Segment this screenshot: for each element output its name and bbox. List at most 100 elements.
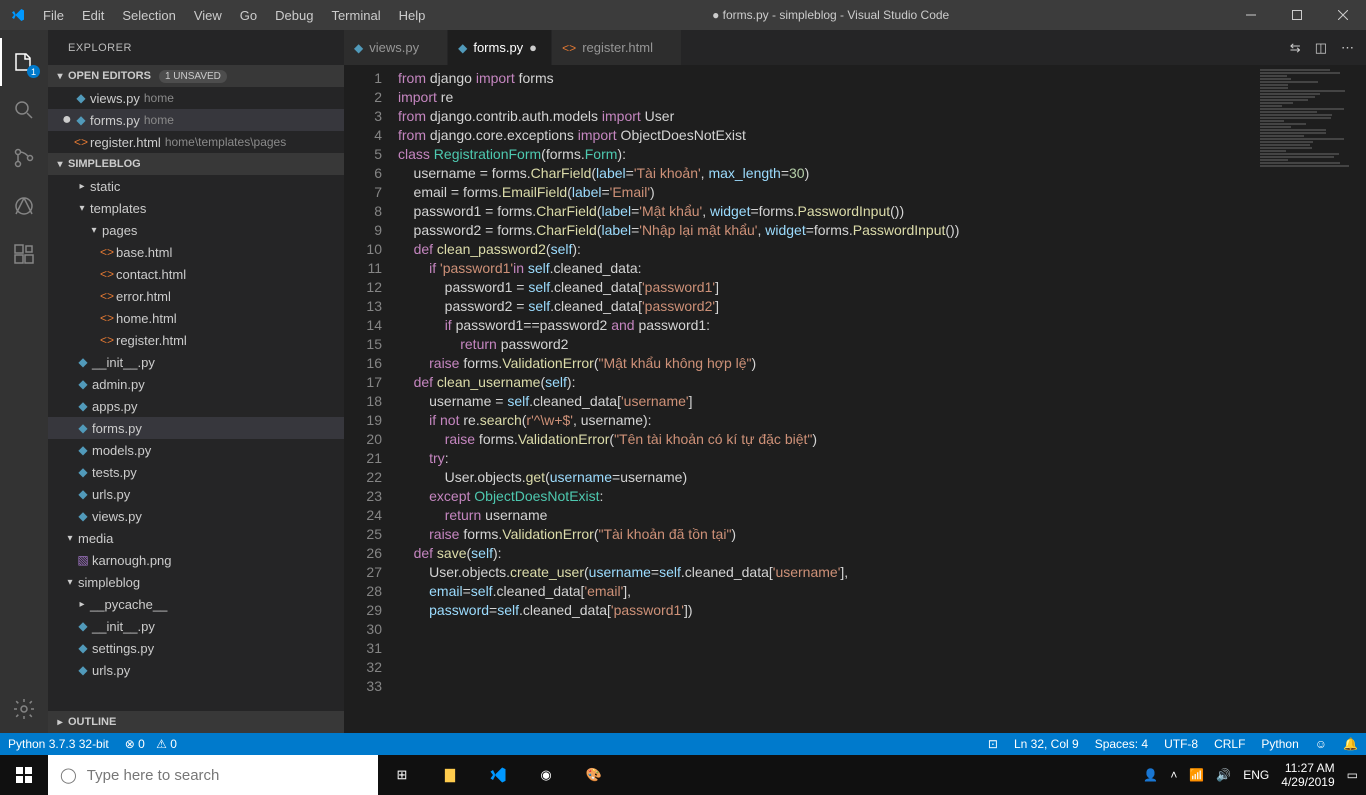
window-controls (1228, 0, 1366, 30)
folder-item[interactable]: ▾pages (48, 219, 344, 241)
tab-views-py[interactable]: ◆views.py (344, 30, 448, 65)
open-editor-item[interactable]: <>register.htmlhome\templates\pages (48, 131, 344, 153)
file-item[interactable]: ◆__init__.py (48, 351, 344, 373)
open-editors-header[interactable]: ▾ OPEN EDITORS 1 UNSAVED (48, 65, 344, 87)
wifi-icon[interactable]: 📶 (1189, 768, 1204, 782)
code-editor[interactable]: 1234567891011121314151617181920212223242… (344, 65, 1366, 733)
project-header[interactable]: ▾ SIMPLEBLOG (48, 153, 344, 175)
status-eol[interactable]: CRLF (1206, 733, 1253, 755)
menu-edit[interactable]: Edit (74, 4, 112, 27)
start-button[interactable] (0, 755, 48, 795)
notifications-icon[interactable]: ▭ (1347, 768, 1358, 782)
code-content[interactable]: from django import formsimport refrom dj… (398, 65, 1366, 733)
explorer-badge: 1 (27, 65, 40, 78)
vscode-app-icon[interactable] (474, 755, 522, 795)
more-icon[interactable]: ⋯ (1341, 40, 1354, 56)
file-item[interactable]: <>home.html (48, 307, 344, 329)
taskbar-search[interactable]: ◯ Type here to search (48, 755, 378, 795)
explorer-icon[interactable]: 1 (0, 38, 48, 86)
file-item[interactable]: ◆views.py (48, 505, 344, 527)
status-encoding[interactable]: UTF-8 (1156, 733, 1206, 755)
tab-register-html[interactable]: <>register.html (552, 30, 682, 65)
file-item[interactable]: ◆forms.py (48, 417, 344, 439)
file-item[interactable]: ▧karnough.png (48, 549, 344, 571)
folder-item[interactable]: ▸static (48, 175, 344, 197)
source-control-icon[interactable] (0, 134, 48, 182)
status-bell[interactable]: 🔔 (1335, 733, 1366, 755)
close-button[interactable] (1320, 0, 1366, 30)
status-language[interactable]: Python (1253, 733, 1306, 755)
file-explorer-app-icon[interactable]: ▇ (426, 755, 474, 795)
file-item[interactable]: <>register.html (48, 329, 344, 351)
folder-item[interactable]: ▾media (48, 527, 344, 549)
vscode-icon (0, 7, 35, 23)
folder-item[interactable]: ▸__pycache__ (48, 593, 344, 615)
menu-bar: FileEditSelectionViewGoDebugTerminalHelp (35, 4, 433, 27)
debug-icon[interactable] (0, 182, 48, 230)
line-gutter: 1234567891011121314151617181920212223242… (344, 65, 398, 733)
menu-view[interactable]: View (186, 4, 230, 27)
status-feedback[interactable]: ⊡ (980, 733, 1006, 755)
outline-header[interactable]: ▸ OUTLINE (48, 711, 344, 733)
file-item[interactable]: ◆models.py (48, 439, 344, 461)
minimap[interactable] (1256, 65, 1366, 245)
system-tray: 👤 ˄ 📶 🔊 ENG 11:27 AM4/29/2019 ▭ (1143, 761, 1366, 789)
explorer-sidebar: EXPLORER ▾ OPEN EDITORS 1 UNSAVED ◆views… (48, 30, 344, 733)
status-smiley[interactable]: ☺ (1307, 733, 1335, 755)
file-item[interactable]: ◆admin.py (48, 373, 344, 395)
extensions-icon[interactable] (0, 230, 48, 278)
file-item[interactable]: ◆__init__.py (48, 615, 344, 637)
editor-area: ◆views.py◆forms.py●<>register.html ⇆ ◫ ⋯… (344, 30, 1366, 733)
task-view-icon[interactable]: ⊞ (378, 755, 426, 795)
clock[interactable]: 11:27 AM4/29/2019 (1281, 761, 1334, 789)
people-icon[interactable]: 👤 (1143, 768, 1158, 782)
split-editor-icon[interactable]: ◫ (1315, 40, 1327, 56)
sidebar-title: EXPLORER (48, 30, 344, 65)
compare-icon[interactable]: ⇆ (1290, 40, 1301, 56)
file-item[interactable]: ◆settings.py (48, 637, 344, 659)
activity-bar: 1 (0, 30, 48, 733)
minimize-button[interactable] (1228, 0, 1274, 30)
menu-terminal[interactable]: Terminal (323, 4, 388, 27)
file-item[interactable]: ◆apps.py (48, 395, 344, 417)
file-item[interactable]: ◆urls.py (48, 659, 344, 681)
file-item[interactable]: ◆urls.py (48, 483, 344, 505)
status-spaces[interactable]: Spaces: 4 (1087, 733, 1156, 755)
search-icon[interactable] (0, 86, 48, 134)
menu-go[interactable]: Go (232, 4, 265, 27)
menu-debug[interactable]: Debug (267, 4, 321, 27)
menu-help[interactable]: Help (391, 4, 434, 27)
chevron-down-icon: ▾ (52, 159, 68, 170)
status-python[interactable]: Python 3.7.3 32-bit (0, 733, 117, 755)
chevron-right-icon: ▸ (52, 717, 68, 728)
status-bar: Python 3.7.3 32-bit ⊗ 0 ⚠ 0 ⊡ Ln 32, Col… (0, 733, 1366, 755)
file-item[interactable]: ◆tests.py (48, 461, 344, 483)
tray-chevron-icon[interactable]: ˄ (1170, 768, 1177, 782)
menu-selection[interactable]: Selection (114, 4, 183, 27)
file-tree: ▸static▾templates▾pages<>base.html<>cont… (48, 175, 344, 711)
open-editor-item[interactable]: ◆views.pyhome (48, 87, 344, 109)
windows-taskbar: ◯ Type here to search ⊞ ▇ ◉ 🎨 👤 ˄ 📶 🔊 EN… (0, 755, 1366, 795)
menu-file[interactable]: File (35, 4, 72, 27)
window-title: ● forms.py - simpleblog - Visual Studio … (433, 8, 1228, 22)
settings-icon[interactable] (0, 685, 48, 733)
volume-icon[interactable]: 🔊 (1216, 768, 1231, 782)
unsaved-badge: 1 UNSAVED (159, 70, 227, 83)
folder-item[interactable]: ▾simpleblog (48, 571, 344, 593)
status-cursor[interactable]: Ln 32, Col 9 (1006, 733, 1087, 755)
language-indicator[interactable]: ENG (1243, 768, 1269, 782)
file-item[interactable]: <>contact.html (48, 263, 344, 285)
folder-item[interactable]: ▾templates (48, 197, 344, 219)
paint-app-icon[interactable]: 🎨 (570, 755, 618, 795)
tab-forms-py[interactable]: ◆forms.py● (448, 30, 552, 65)
maximize-button[interactable] (1274, 0, 1320, 30)
file-item[interactable]: <>base.html (48, 241, 344, 263)
cortana-icon: ◯ (60, 766, 77, 784)
tab-bar: ◆views.py◆forms.py●<>register.html ⇆ ◫ ⋯ (344, 30, 1366, 65)
tab-actions: ⇆ ◫ ⋯ (1278, 30, 1366, 65)
chrome-app-icon[interactable]: ◉ (522, 755, 570, 795)
status-errors[interactable]: ⊗ 0 ⚠ 0 (117, 733, 185, 755)
open-editor-item[interactable]: ●◆forms.pyhome (48, 109, 344, 131)
title-bar: FileEditSelectionViewGoDebugTerminalHelp… (0, 0, 1366, 30)
file-item[interactable]: <>error.html (48, 285, 344, 307)
